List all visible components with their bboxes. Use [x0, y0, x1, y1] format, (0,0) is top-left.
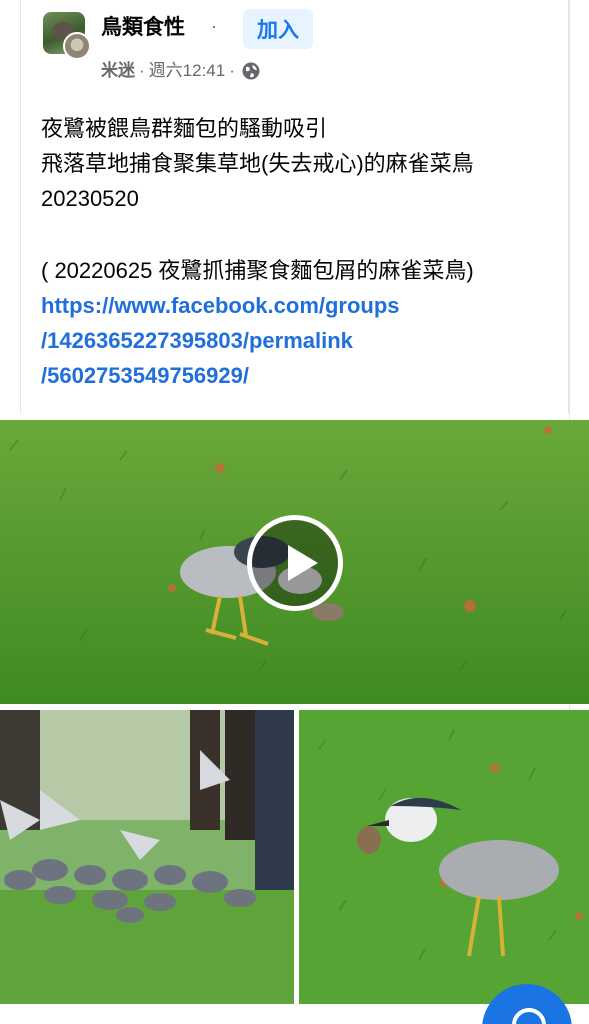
post-line: ( 20220625 夜鷺抓捕聚食麵包屑的麻雀菜鳥): [41, 258, 474, 283]
play-icon[interactable]: [247, 515, 343, 611]
author-name[interactable]: 米迷: [101, 58, 135, 84]
dot-separator: ·: [139, 61, 145, 80]
post-timestamp[interactable]: 週六12:41: [149, 58, 226, 84]
post-line: 20230520: [41, 186, 139, 211]
permalink-link[interactable]: /5602753549756929/: [41, 361, 561, 391]
avatar-stack[interactable]: [43, 12, 91, 60]
post-line: 夜鷺被餵鳥群麵包的騷動吸引: [41, 116, 328, 141]
globe-icon: [241, 61, 261, 81]
dot-separator: ·: [211, 16, 217, 36]
permalink-link[interactable]: /1426365227395803/permalink: [41, 326, 561, 356]
author-avatar[interactable]: [63, 32, 91, 60]
post-body: 夜鷺被餵鳥群麵包的騷動吸引 飛落草地捕食聚集草地(失去戒心)的麻雀菜鳥 2023…: [41, 114, 561, 396]
photo-heron[interactable]: [299, 710, 589, 1004]
post-meta: 米迷 · 週六12:41 ·: [101, 58, 261, 84]
dot-separator: ·: [229, 61, 235, 80]
post-card: 鳥類食性 · 加入 米迷 · 週六12:41 · 夜鷺被餵鳥群麵包的騷動吸引 飛…: [20, 0, 569, 414]
group-name[interactable]: 鳥類食性: [101, 14, 185, 42]
photo-pigeons[interactable]: [0, 710, 294, 1004]
post-line: 飛落草地捕食聚集草地(失去戒心)的麻雀菜鳥: [41, 151, 474, 176]
join-group-button[interactable]: 加入: [243, 9, 313, 49]
permalink-link[interactable]: https://www.facebook.com/groups: [41, 291, 561, 321]
